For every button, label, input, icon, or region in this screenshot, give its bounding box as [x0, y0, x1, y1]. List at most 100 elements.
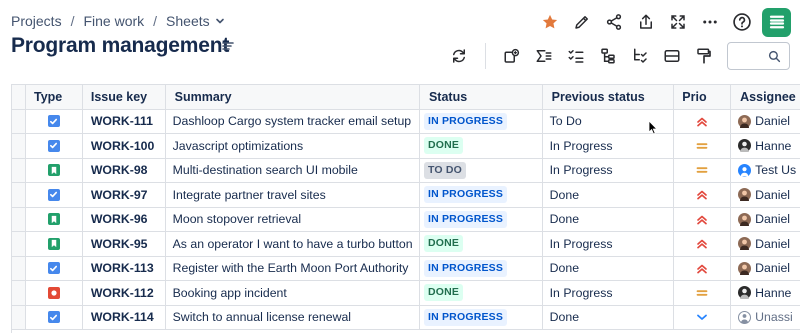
column-header-issue-key[interactable]: Issue key: [82, 85, 166, 110]
cell-priority[interactable]: [674, 134, 732, 159]
status-badge[interactable]: IN PROGRESS: [423, 186, 508, 204]
cell-previous-status[interactable]: Done: [542, 305, 675, 330]
cell-status[interactable]: DONE: [419, 281, 543, 306]
cell-type[interactable]: [25, 207, 83, 232]
issue-key-link[interactable]: WORK-95: [91, 237, 148, 251]
row-handle[interactable]: [12, 158, 26, 183]
row-handle[interactable]: [12, 134, 26, 159]
refresh-icon[interactable]: [446, 43, 472, 69]
table-row[interactable]: WORK-100 Javascript optimizations DONE In P…: [12, 134, 800, 159]
cell-summary[interactable]: Dashloop Cargo system tracker email setu…: [165, 109, 420, 134]
cell-summary[interactable]: Moon stopover retrieval: [165, 207, 420, 232]
checklist-icon[interactable]: [563, 43, 589, 69]
cell-priority[interactable]: [674, 109, 732, 134]
cell-priority[interactable]: [674, 183, 732, 208]
row-handle[interactable]: [12, 305, 26, 330]
cell-issue-key[interactable]: WORK-96: [82, 207, 166, 232]
table-row[interactable]: WORK-113 Register with the Earth Moon Por…: [12, 256, 800, 281]
more-icon[interactable]: [696, 8, 724, 36]
column-header-priority[interactable]: Prio: [674, 85, 732, 110]
title-menu-icon[interactable]: [221, 39, 235, 53]
cell-assignee[interactable]: Unassi: [731, 305, 800, 330]
cell-priority[interactable]: [674, 232, 732, 257]
export-icon[interactable]: [632, 8, 660, 36]
cell-assignee[interactable]: Hanne: [731, 281, 800, 306]
app-logo-icon[interactable]: [762, 7, 791, 37]
cell-issue-key[interactable]: WORK-114: [82, 305, 166, 330]
status-badge[interactable]: DONE: [423, 137, 464, 155]
cell-type[interactable]: [25, 232, 83, 257]
cell-type[interactable]: [25, 256, 83, 281]
table-row[interactable]: WORK-96 Moon stopover retrieval IN PROGRES…: [12, 207, 800, 232]
share-icon[interactable]: [600, 8, 628, 36]
cell-summary[interactable]: Register with the Earth Moon Port Author…: [165, 256, 420, 281]
breadcrumb-projects[interactable]: Projects: [11, 13, 62, 29]
cell-summary[interactable]: Switch to annual license renewal: [165, 305, 420, 330]
cell-status[interactable]: IN PROGRESS: [419, 256, 543, 281]
issue-key-link[interactable]: WORK-113: [91, 261, 154, 275]
column-header-assignee[interactable]: Assignee: [731, 85, 800, 110]
issue-key-link[interactable]: WORK-112: [91, 286, 154, 300]
breadcrumb-sheets[interactable]: Sheets: [166, 13, 210, 29]
edit-icon[interactable]: [568, 8, 596, 36]
status-badge[interactable]: IN PROGRESS: [423, 308, 508, 326]
cell-assignee[interactable]: Daniel: [731, 256, 800, 281]
star-icon[interactable]: [536, 8, 564, 36]
hierarchy-icon[interactable]: [595, 43, 621, 69]
row-handle[interactable]: [12, 109, 26, 134]
cell-issue-key[interactable]: WORK-112: [82, 281, 166, 306]
cell-previous-status[interactable]: In Progress: [542, 281, 675, 306]
cell-summary[interactable]: Javascript optimizations: [165, 134, 420, 159]
cell-assignee[interactable]: Daniel: [731, 183, 800, 208]
cell-type[interactable]: [25, 109, 83, 134]
row-handle[interactable]: [12, 256, 26, 281]
cell-issue-key[interactable]: WORK-97: [82, 183, 166, 208]
row-handle[interactable]: [12, 232, 26, 257]
cell-assignee[interactable]: Test Us: [731, 158, 800, 183]
cell-previous-status[interactable]: Done: [542, 183, 675, 208]
sum-icon[interactable]: [531, 43, 557, 69]
chevron-down-icon[interactable]: [215, 16, 225, 26]
cell-assignee[interactable]: Daniel: [731, 109, 800, 134]
column-header-summary[interactable]: Summary: [165, 85, 420, 110]
status-badge[interactable]: IN PROGRESS: [423, 259, 508, 277]
cell-priority[interactable]: [674, 158, 732, 183]
table-row[interactable]: WORK-114 Switch to annual license renewal…: [12, 305, 800, 330]
row-handle[interactable]: [12, 207, 26, 232]
cell-previous-status[interactable]: In Progress: [542, 134, 675, 159]
cell-previous-status[interactable]: Done: [542, 256, 675, 281]
cell-status[interactable]: TO DO: [419, 158, 543, 183]
cell-priority[interactable]: [674, 305, 732, 330]
cell-issue-key[interactable]: WORK-113: [82, 256, 166, 281]
row-height-icon[interactable]: [659, 43, 685, 69]
cell-assignee[interactable]: Daniel: [731, 207, 800, 232]
cell-status[interactable]: IN PROGRESS: [419, 183, 543, 208]
cell-priority[interactable]: [674, 256, 732, 281]
cell-previous-status[interactable]: Done: [542, 207, 675, 232]
column-header-previous-status[interactable]: Previous status: [542, 85, 675, 110]
cell-previous-status[interactable]: To Do: [542, 109, 675, 134]
breadcrumb-fine-work[interactable]: Fine work: [83, 13, 144, 29]
issue-key-link[interactable]: WORK-96: [91, 212, 148, 226]
cell-issue-key[interactable]: WORK-100: [82, 134, 166, 159]
format-painter-icon[interactable]: [691, 43, 717, 69]
cell-priority[interactable]: [674, 281, 732, 306]
table-row[interactable]: WORK-95 As an operator I want to have a t…: [12, 232, 800, 257]
status-badge[interactable]: DONE: [423, 235, 464, 253]
cell-type[interactable]: [25, 281, 83, 306]
cell-status[interactable]: DONE: [419, 232, 543, 257]
table-row[interactable]: WORK-112 Booking app incident DONE In Progr…: [12, 281, 800, 306]
cell-issue-key[interactable]: WORK-95: [82, 232, 166, 257]
row-handle[interactable]: [12, 183, 26, 208]
table-row[interactable]: WORK-98 Multi-destination search UI mobil…: [12, 158, 800, 183]
cell-status[interactable]: DONE: [419, 134, 543, 159]
issue-key-link[interactable]: WORK-114: [91, 310, 154, 324]
issue-key-link[interactable]: WORK-100: [91, 139, 155, 153]
cell-summary[interactable]: Multi-destination search UI mobile: [165, 158, 420, 183]
status-badge[interactable]: IN PROGRESS: [423, 112, 508, 130]
tree-sort-icon[interactable]: [627, 43, 653, 69]
cell-type[interactable]: [25, 305, 83, 330]
column-header-status[interactable]: Status: [419, 85, 543, 110]
cell-status[interactable]: IN PROGRESS: [419, 207, 543, 232]
table-row[interactable]: WORK-97 Integrate partner travel sites IN …: [12, 183, 800, 208]
